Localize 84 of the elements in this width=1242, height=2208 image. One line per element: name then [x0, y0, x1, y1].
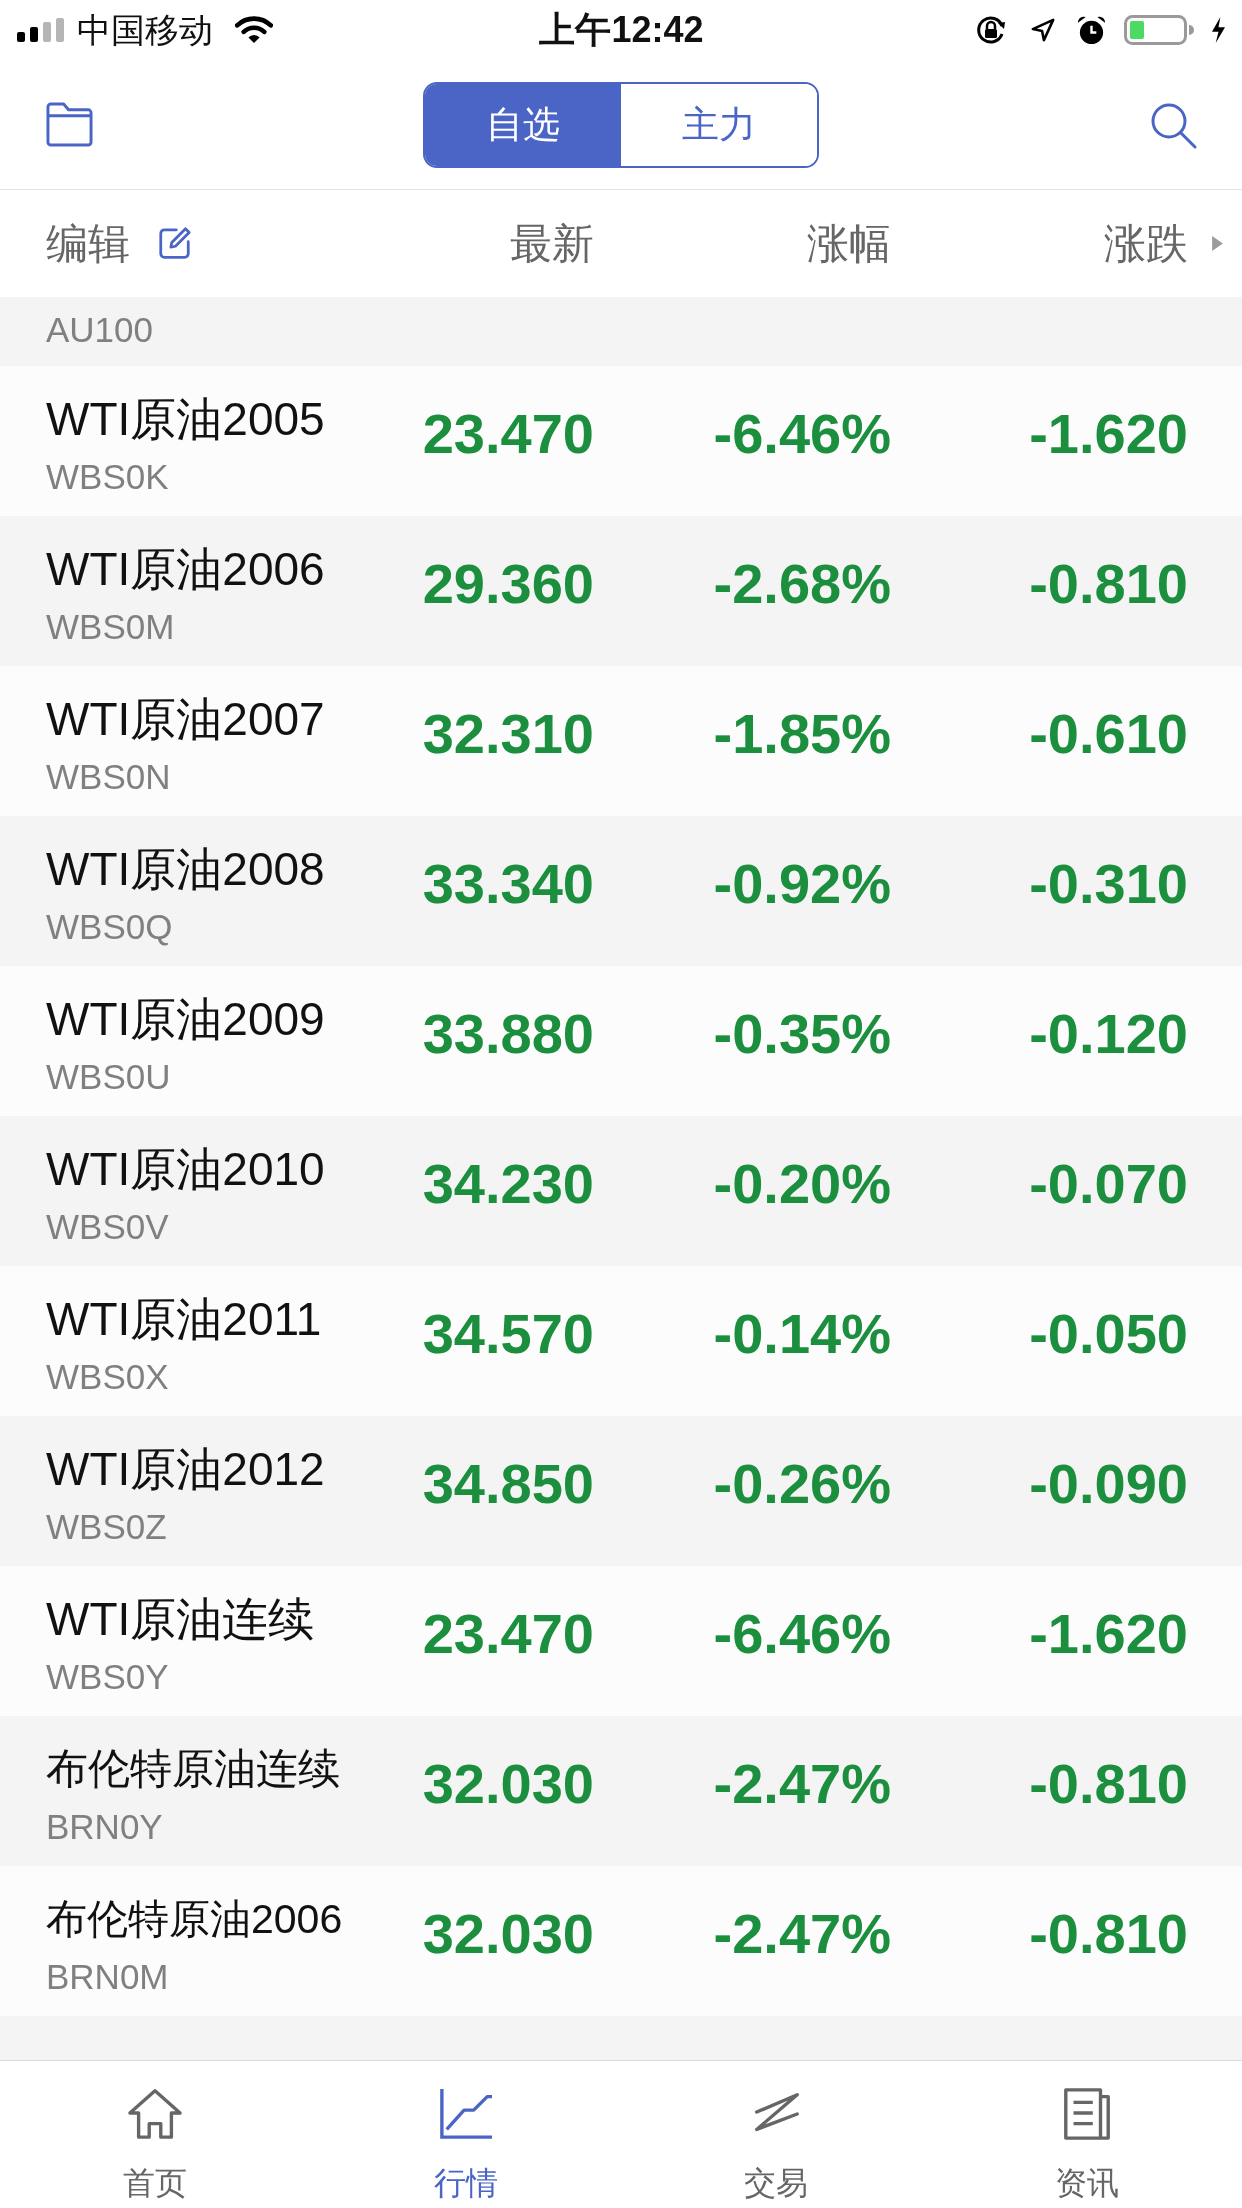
last-price: 34.570: [421, 1302, 594, 1366]
folder-icon[interactable]: [45, 101, 94, 148]
instrument-code: BRN0M: [46, 1957, 169, 1997]
last-price: 34.230: [421, 1152, 594, 1216]
instrument-code: AU100: [46, 310, 154, 350]
caret-right-icon: [1212, 236, 1223, 251]
edit-button[interactable]: 编辑: [46, 218, 191, 269]
change-amount: -0.610: [1028, 702, 1188, 766]
instrument-name: 布伦特原油2006: [46, 1895, 343, 1944]
change-amount: -0.810: [1028, 552, 1188, 616]
change-amount: -0.090: [1028, 1452, 1188, 1516]
instrument-name: WTI原油2010: [46, 1142, 325, 1197]
change-amount: -0.070: [1028, 1152, 1188, 1216]
tab-bar-item[interactable]: 交易: [621, 2061, 932, 2208]
status-time: 上午12:42: [539, 9, 704, 51]
change-amount: -0.310: [1028, 852, 1188, 916]
instrument-code: WBS0Q: [46, 907, 173, 947]
tab-bar-item[interactable]: 首页: [0, 2061, 311, 2208]
change-amount: -0.810: [1028, 1752, 1188, 1816]
segment-tab[interactable]: 自选: [425, 83, 621, 166]
change-percent: -0.92%: [712, 852, 891, 916]
change-percent: -1.85%: [712, 702, 891, 766]
orientation-lock-icon: [975, 14, 1007, 46]
last-price: 29.360: [421, 552, 594, 616]
wifi-icon: [235, 16, 273, 44]
last-price: 23.470: [421, 1602, 594, 1666]
charging-bolt-icon: [1211, 17, 1226, 43]
change-percent: -0.35%: [712, 1002, 891, 1066]
instrument-name: WTI原油2009: [46, 992, 325, 1047]
change-percent: -6.46%: [712, 1602, 891, 1666]
last-price: 34.850: [421, 1452, 594, 1516]
instrument-code: BRN0Y: [46, 1807, 163, 1847]
last-price: 23.470: [421, 402, 594, 466]
quote-row[interactable]: WTI原油连续 WBS0Y 23.470 -6.46% -1.620: [0, 1566, 1242, 1716]
instrument-code: WBS0Y: [46, 1657, 169, 1697]
quote-row[interactable]: WTI原油2005 WBS0K 23.470 -6.46% -1.620: [0, 366, 1242, 516]
instrument-code: WBS0K: [46, 457, 169, 497]
instrument-code: WBS0X: [46, 1357, 169, 1397]
column-header[interactable]: 最新: [346, 218, 594, 269]
instrument-code: WBS0U: [46, 1057, 171, 1097]
home-icon: [126, 2087, 185, 2141]
signal-icon: [17, 18, 65, 42]
edit-icon: [158, 227, 191, 260]
change-amount: -1.620: [1028, 1602, 1188, 1666]
quote-row[interactable]: WTI原油2011 WBS0X 34.570 -0.14% -0.050: [0, 1266, 1242, 1416]
change-percent: -6.46%: [712, 402, 891, 466]
instrument-name: 布伦特原油连续: [46, 1744, 340, 1794]
change-amount: -0.810: [1028, 1902, 1188, 1966]
change-percent: -2.47%: [712, 1752, 891, 1816]
change-percent: -0.14%: [712, 1302, 891, 1366]
column-header[interactable]: 涨幅: [594, 218, 891, 269]
instrument-name: WTI原油2006: [46, 542, 325, 597]
last-price: 32.310: [421, 702, 594, 766]
quote-row[interactable]: 布伦特原油2006 BRN0M 32.030 -2.47% -0.810: [0, 1866, 1242, 2016]
instrument-code: WBS0Z: [46, 1507, 167, 1547]
instrument-code: WBS0N: [46, 757, 171, 797]
instrument-name: WTI原油2008: [46, 842, 325, 897]
change-amount: -0.120: [1028, 1002, 1188, 1066]
alarm-icon: [1077, 15, 1106, 45]
change-percent: -0.20%: [712, 1152, 891, 1216]
tab-bar-item[interactable]: 行情: [310, 2061, 621, 2208]
quote-row[interactable]: WTI原油2007 WBS0N 32.310 -1.85% -0.610: [0, 666, 1242, 816]
instrument-name: WTI原油2005: [46, 392, 325, 447]
last-price: 33.340: [421, 852, 594, 916]
instrument-code: WBS0V: [46, 1207, 169, 1247]
change-percent: -2.47%: [712, 1902, 891, 1966]
battery-icon: [1124, 15, 1194, 45]
change-amount: -1.620: [1028, 402, 1188, 466]
last-price: 33.880: [421, 1002, 594, 1066]
column-header[interactable]: 涨跌: [891, 218, 1188, 269]
change-percent: -0.26%: [712, 1452, 891, 1516]
last-price: 32.030: [421, 1752, 594, 1816]
instrument-name: WTI原油2007: [46, 692, 325, 747]
carrier-name: 中国移动: [77, 10, 213, 50]
change-percent: -2.68%: [712, 552, 891, 616]
instrument-code: WBS0M: [46, 607, 175, 647]
quote-row[interactable]: WTI原油2009 WBS0U 33.880 -0.35% -0.120: [0, 966, 1242, 1116]
instrument-name: WTI原油2012: [46, 1442, 325, 1497]
location-arrow-icon: [1031, 18, 1055, 42]
last-price: 32.030: [421, 1902, 594, 1966]
instrument-name: WTI原油2011: [46, 1292, 322, 1347]
change-amount: -0.050: [1028, 1302, 1188, 1366]
instrument-name: WTI原油连续: [46, 1592, 315, 1647]
tab-bar-item[interactable]: 资讯: [931, 2061, 1242, 2208]
